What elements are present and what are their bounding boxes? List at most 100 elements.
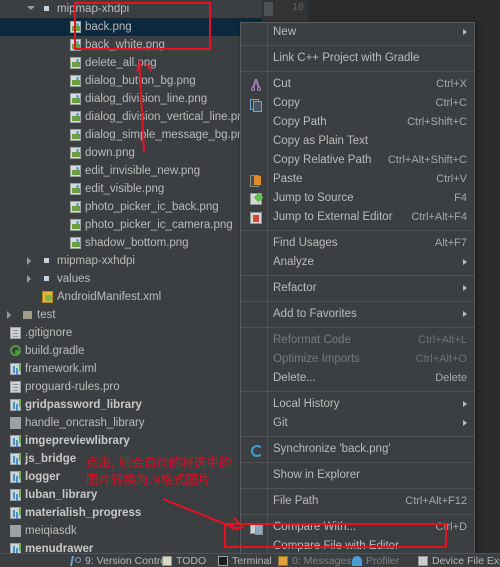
chevron-right-icon[interactable] — [27, 257, 31, 265]
menu-item[interactable]: Analyze — [241, 253, 474, 272]
menu-separator — [241, 71, 474, 72]
menu-item[interactable]: Copy Relative Path Ctrl+Alt+Shift+C — [241, 151, 474, 170]
tree-row[interactable]: menudrawer — [0, 540, 262, 553]
menu-item-shortcut: F4 — [454, 192, 467, 204]
menu-item[interactable]: Jump to External Editor Ctrl+Alt+F4 — [241, 208, 474, 227]
status-item-messages[interactable]: 0: Messages — [292, 555, 352, 567]
status-item-todo[interactable]: TODO — [176, 555, 206, 567]
menu-separator — [241, 275, 474, 276]
menu-item: Reformat Code Ctrl+Alt+L — [241, 331, 474, 350]
menu-item[interactable]: Jump to Source F4 — [241, 189, 474, 208]
tree-row[interactable]: down.png — [0, 144, 262, 162]
tree-row[interactable]: proguard-rules.pro — [0, 378, 262, 396]
menu-item[interactable]: Add to Favorites — [241, 305, 474, 324]
module-icon — [10, 453, 21, 465]
context-menu[interactable]: New Link C++ Project with Gradle Cut Ctrl+X… — [240, 22, 475, 557]
submenu-arrow-icon — [463, 311, 467, 317]
menu-item-label: Copy as Plain Text — [273, 135, 369, 147]
tree-row[interactable]: values — [0, 270, 262, 288]
tree-row[interactable]: meiqiasdk — [0, 522, 262, 540]
tree-row[interactable]: edit_visible.png — [0, 180, 262, 198]
tree-row-label: edit_visible.png — [85, 183, 165, 195]
status-item-version-control[interactable]: 9: Version Control — [85, 555, 168, 567]
png-file-icon — [70, 93, 81, 105]
tree-row[interactable]: .gitignore — [0, 324, 262, 342]
module-icon — [10, 435, 21, 447]
menu-separator — [241, 514, 474, 515]
submenu-arrow-icon — [463, 29, 467, 35]
tree-row[interactable]: back.png — [0, 18, 262, 36]
status-bar[interactable]: 9: Version Control TODO Terminal 0: Mess… — [0, 553, 500, 567]
menu-separator — [241, 436, 474, 437]
status-item-profiler[interactable]: Profiler — [366, 555, 399, 567]
tree-row[interactable]: dialog_division_line.png — [0, 90, 262, 108]
tree-row[interactable]: photo_picker_ic_back.png — [0, 198, 262, 216]
png-file-icon — [70, 129, 81, 141]
menu-item[interactable]: Show in Explorer — [241, 466, 474, 485]
device-file-explorer-icon — [418, 556, 428, 566]
menu-item[interactable]: Copy as Plain Text — [241, 132, 474, 151]
menu-item-shortcut: Delete — [435, 372, 467, 384]
tree-row[interactable]: delete_all.png — [0, 54, 262, 72]
tree-row[interactable]: build.gradle — [0, 342, 262, 360]
menu-item[interactable]: Synchronize 'back.png' — [241, 440, 474, 459]
menu-item[interactable]: Find Usages Alt+F7 — [241, 234, 474, 253]
status-item-terminal[interactable]: Terminal — [232, 555, 272, 567]
chevron-right-icon[interactable] — [27, 275, 31, 283]
module-icon — [10, 489, 21, 501]
menu-item[interactable]: Local History — [241, 395, 474, 414]
tree-row[interactable]: materialish_progress — [0, 504, 262, 522]
module-icon — [10, 399, 21, 411]
menu-item[interactable]: Compare With... Ctrl+D — [241, 518, 474, 537]
tree-row[interactable]: handle_oncrash_library — [0, 414, 262, 432]
tree-row[interactable]: luban_library — [0, 486, 262, 504]
file-icon — [10, 381, 21, 393]
tree-row-label: test — [37, 309, 56, 321]
tree-row[interactable]: edit_invisible_new.png — [0, 162, 262, 180]
menu-item[interactable]: Delete... Delete — [241, 369, 474, 388]
status-item-device-file-explorer[interactable]: Device File Explorer — [432, 555, 500, 567]
tree-row[interactable]: dialog_simple_message_bg.pn — [0, 126, 262, 144]
menu-item[interactable]: Cut Ctrl+X — [241, 75, 474, 94]
tree-row[interactable]: mipmap-xxhdpi — [0, 252, 262, 270]
menu-item-label: Delete... — [273, 372, 316, 384]
png-file-icon — [70, 219, 81, 231]
tree-row[interactable]: photo_picker_ic_camera.png — [0, 216, 262, 234]
menu-item[interactable]: File Path Ctrl+Alt+F12 — [241, 492, 474, 511]
menu-item[interactable]: Copy Ctrl+C — [241, 94, 474, 113]
tree-row[interactable]: shadow_bottom.png — [0, 234, 262, 252]
chevron-down-icon[interactable] — [27, 6, 35, 10]
tree-row[interactable]: test — [0, 306, 262, 324]
tree-row[interactable]: AndroidManifest.xml — [0, 288, 262, 306]
menu-item[interactable]: Link C++ Project with Gradle — [241, 49, 474, 68]
tree-row[interactable]: back_white.png — [0, 36, 262, 54]
chevron-right-icon[interactable] — [7, 311, 11, 319]
jump-to-source-icon — [250, 193, 262, 205]
cut-icon — [250, 79, 262, 91]
tree-row-label: materialish_progress — [25, 507, 142, 519]
tree-row[interactable]: imgepreviewlibrary — [0, 432, 262, 450]
tree-row-label: back.png — [85, 21, 132, 33]
tree-row-label: build.gradle — [25, 345, 85, 357]
menu-item[interactable]: Git — [241, 414, 474, 433]
tree-row[interactable]: dialog_division_vertical_line.pn — [0, 108, 262, 126]
menu-separator — [241, 45, 474, 46]
tree-row-label: handle_oncrash_library — [25, 417, 145, 429]
menu-item[interactable]: Paste Ctrl+V — [241, 170, 474, 189]
menu-item[interactable]: Copy Path Ctrl+Shift+C — [241, 113, 474, 132]
menu-item[interactable]: New — [241, 23, 474, 42]
tree-row-label: mipmap-xhdpi — [57, 3, 130, 15]
menu-item-shortcut: Ctrl+Alt+Shift+C — [387, 154, 467, 166]
tree-row[interactable]: framework.iml — [0, 360, 262, 378]
submenu-arrow-icon — [463, 420, 467, 426]
submenu-arrow-icon — [463, 285, 467, 291]
tree-row[interactable]: gridpassword_library — [0, 396, 262, 414]
tree-row-label: imgepreviewlibrary — [25, 435, 130, 447]
tree-row[interactable]: mipmap-xhdpi — [0, 0, 262, 18]
external-editor-icon — [250, 212, 262, 224]
submenu-arrow-icon — [463, 259, 467, 265]
tree-row[interactable]: dialog_button_bg.png — [0, 72, 262, 90]
tree-row-label: shadow_bottom.png — [85, 237, 189, 249]
menu-separator — [241, 230, 474, 231]
menu-item[interactable]: Refactor — [241, 279, 474, 298]
